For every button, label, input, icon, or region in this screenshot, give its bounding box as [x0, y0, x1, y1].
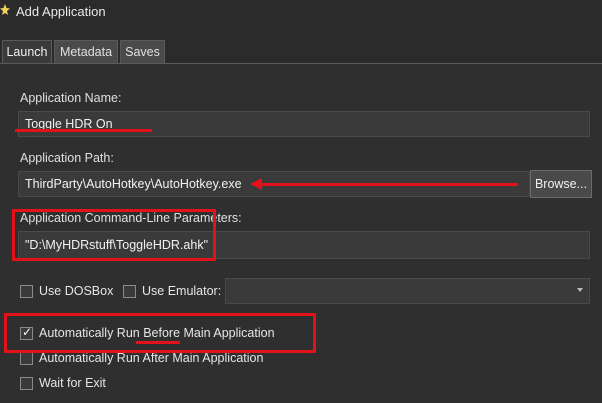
application-name-field[interactable]: Toggle HDR On: [18, 111, 590, 137]
emulator-select[interactable]: [225, 278, 590, 304]
application-name-label: Application Name:: [20, 91, 122, 105]
tab-saves[interactable]: Saves: [120, 40, 165, 64]
tab-metadata[interactable]: Metadata: [54, 40, 118, 64]
run-before-highlight-box-annotation: [4, 313, 316, 353]
star-icon: [0, 4, 10, 15]
tab-launch[interactable]: Launch: [2, 40, 52, 65]
run-after-label: Automatically Run After Main Application: [39, 351, 264, 365]
use-dosbox-checkbox[interactable]: [20, 285, 33, 298]
wait-for-exit-checkbox[interactable]: [20, 377, 33, 390]
use-emulator-checkbox[interactable]: [123, 285, 136, 298]
use-emulator-label: Use Emulator:: [142, 284, 222, 298]
name-underline-annotation: [15, 129, 152, 132]
chevron-down-icon: [577, 288, 583, 292]
path-arrow-head-annotation: [250, 178, 262, 190]
window-title: Add Application: [16, 4, 106, 19]
wait-for-exit-label: Wait for Exit: [39, 376, 106, 390]
title-bar: Add Application: [0, 0, 602, 26]
use-dosbox-label: Use DOSBox: [39, 284, 114, 298]
path-arrow-shaft-annotation: [262, 183, 518, 186]
run-after-checkbox[interactable]: [20, 352, 33, 365]
before-underline-annotation: [136, 341, 180, 344]
params-highlight-box-annotation: [12, 209, 216, 261]
browse-button[interactable]: Browse...: [530, 170, 592, 198]
application-path-label: Application Path:: [20, 151, 114, 165]
